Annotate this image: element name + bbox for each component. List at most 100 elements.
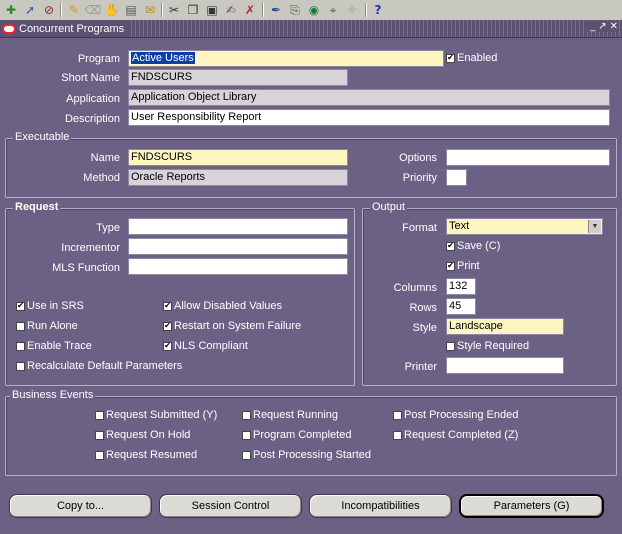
edit-icon[interactable]: ✍	[223, 2, 239, 18]
event-request-on-hold-box	[95, 430, 104, 440]
notes-icon[interactable]: ▤	[123, 2, 139, 18]
run-alone-label: Run Alone	[27, 320, 78, 332]
spell-icon[interactable]: ✒	[268, 2, 284, 18]
copy-to-button[interactable]: Copy to...	[9, 494, 152, 518]
enabled-check-box: ✔	[446, 53, 455, 63]
maximize-icon[interactable]: ↗	[598, 21, 606, 32]
options-field[interactable]	[446, 149, 610, 166]
event-post-processing-ended-checkbox[interactable]: Post Processing Ended	[393, 409, 518, 421]
toolbar-separator	[365, 3, 367, 17]
event-request-running-label: Request Running	[253, 409, 339, 421]
rows-field[interactable]: 45	[446, 298, 476, 315]
run-alone-box	[16, 321, 25, 331]
recalculate-defaults-checkbox[interactable]: Recalculate Default Parameters	[16, 360, 182, 372]
find-icon[interactable]: ✋	[104, 2, 120, 18]
incrementor-field[interactable]	[128, 238, 348, 255]
restart-on-failure-label: Restart on System Failure	[174, 320, 302, 332]
oracle-logo-icon	[2, 23, 16, 34]
paperclip-icon[interactable]: ⌖	[325, 2, 341, 18]
new-icon[interactable]: ✚	[3, 2, 19, 18]
allow-disabled-values-checkbox[interactable]: ✔ Allow Disabled Values	[163, 300, 282, 312]
enable-trace-box	[16, 341, 25, 351]
print-icon[interactable]: ✎	[66, 2, 82, 18]
type-field[interactable]	[128, 218, 348, 235]
program-field[interactable]: Active Users	[128, 50, 444, 67]
style-field[interactable]: Landscape	[446, 318, 564, 335]
chevron-down-icon[interactable]: ▼	[588, 220, 601, 233]
close-icon[interactable]: ✕	[610, 21, 618, 32]
format-select[interactable]: Text ▼	[446, 218, 603, 235]
business-events-title: Business Events	[10, 389, 96, 401]
save-checkbox[interactable]: ✔ Save (C)	[446, 240, 500, 252]
nls-compliant-label: NLS Compliant	[174, 340, 248, 352]
application-field[interactable]: Application Object Library	[128, 89, 610, 106]
use-in-srs-box: ✔	[16, 301, 25, 311]
mls-function-label: MLS Function	[52, 262, 120, 274]
enable-trace-label: Enable Trace	[27, 340, 92, 352]
event-request-completed-box	[393, 430, 402, 440]
columns-label: Columns	[393, 282, 437, 294]
mls-function-field[interactable]	[128, 258, 348, 275]
attachments-icon[interactable]: ⎘	[287, 2, 303, 18]
folder-tools-icon[interactable]: ✉	[142, 2, 158, 18]
description-field[interactable]: User Responsibility Report	[128, 109, 610, 126]
event-post-processing-started-box	[242, 450, 251, 460]
event-request-on-hold-checkbox[interactable]: Request On Hold	[95, 429, 190, 441]
print-checkbox[interactable]: ✔ Print	[446, 260, 480, 272]
rows-label: Rows	[409, 302, 437, 314]
print-label: Print	[457, 260, 480, 272]
paste-icon[interactable]: ▣	[204, 2, 220, 18]
enable-trace-checkbox[interactable]: Enable Trace	[16, 340, 92, 352]
executable-title: Executable	[13, 131, 72, 143]
open-icon[interactable]: ➚	[22, 2, 38, 18]
window-title-bar: Concurrent Programs _ ↗ ✕	[0, 20, 622, 38]
printer-field[interactable]	[446, 357, 564, 374]
restart-on-failure-checkbox[interactable]: ✔ Restart on System Failure	[163, 320, 301, 332]
event-request-running-checkbox[interactable]: Request Running	[242, 409, 338, 421]
event-request-completed-checkbox[interactable]: Request Completed (Z)	[393, 429, 518, 441]
executable-name-field[interactable]: FNDSCURS	[128, 149, 348, 166]
help-icon[interactable]: ?	[370, 2, 386, 18]
event-request-resumed-checkbox[interactable]: Request Resumed	[95, 449, 197, 461]
restart-on-failure-box: ✔	[163, 321, 172, 331]
event-post-processing-ended-box	[393, 410, 402, 420]
session-control-button[interactable]: Session Control	[159, 494, 302, 518]
nls-compliant-box: ✔	[163, 341, 172, 351]
columns-field[interactable]: 132	[446, 278, 476, 295]
save-label: Save (C)	[457, 240, 501, 252]
copy-icon[interactable]: ❐	[185, 2, 201, 18]
style-required-checkbox[interactable]: Style Required	[446, 340, 529, 352]
recalculate-defaults-box	[16, 361, 25, 371]
enabled-checkbox[interactable]: ✔ Enabled	[446, 52, 497, 64]
run-alone-checkbox[interactable]: Run Alone	[16, 320, 78, 332]
minimize-icon[interactable]: _	[590, 21, 595, 32]
clear-icon[interactable]: ⌫	[85, 2, 102, 18]
options-label: Options	[399, 152, 437, 164]
style-required-box	[446, 341, 455, 351]
event-request-submitted-checkbox[interactable]: Request Submitted (Y)	[95, 409, 217, 421]
window-title: Concurrent Programs	[19, 22, 125, 35]
format-label: Format	[402, 222, 437, 234]
cut-icon[interactable]: ✂	[166, 2, 182, 18]
toolbar-separator	[60, 3, 62, 17]
executable-group	[5, 138, 617, 198]
event-request-running-box	[242, 410, 251, 420]
delete-icon[interactable]: ✗	[242, 2, 258, 18]
parameters-button[interactable]: Parameters (G)	[459, 494, 604, 518]
event-post-processing-started-label: Post Processing Started	[253, 449, 372, 461]
toolbar-separator	[161, 3, 163, 17]
use-in-srs-checkbox[interactable]: ✔ Use in SRS	[16, 300, 84, 312]
print-box: ✔	[446, 261, 455, 271]
save-icon[interactable]: ⊘	[41, 2, 57, 18]
event-program-completed-checkbox[interactable]: Program Completed	[242, 429, 351, 441]
globe-icon[interactable]: ◉	[306, 2, 322, 18]
priority-field[interactable]	[446, 169, 467, 186]
event-post-processing-started-checkbox[interactable]: Post Processing Started	[242, 449, 371, 461]
application-label: Application	[66, 93, 120, 105]
incompatibilities-button[interactable]: Incompatibilities	[309, 494, 452, 518]
translate-icon[interactable]: ✧	[344, 2, 360, 18]
short-name-field[interactable]: FNDSCURS	[128, 69, 348, 86]
method-field[interactable]: Oracle Reports	[128, 169, 348, 186]
nls-compliant-checkbox[interactable]: ✔ NLS Compliant	[163, 340, 248, 352]
printer-label: Printer	[404, 361, 437, 373]
